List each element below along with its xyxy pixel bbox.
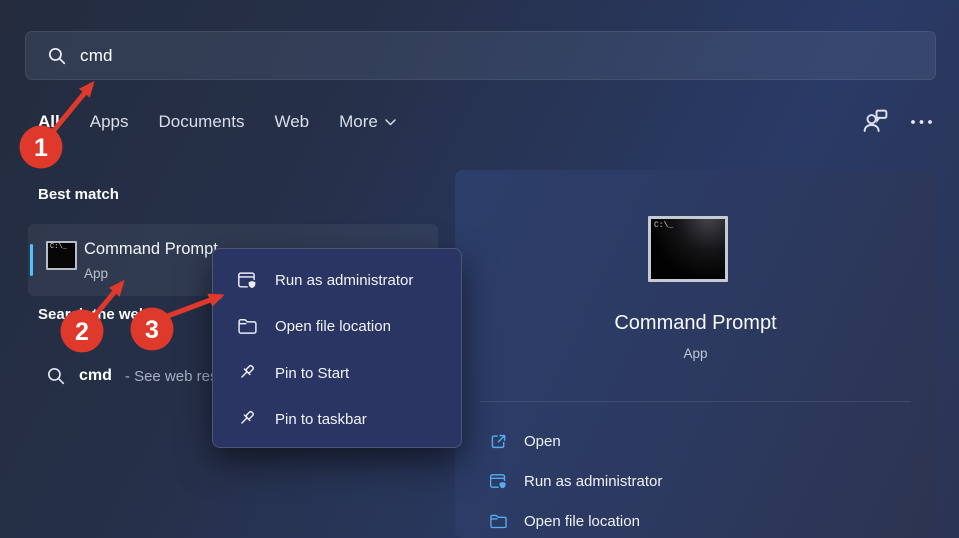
folder-icon xyxy=(237,316,258,337)
header-icons xyxy=(860,106,935,137)
command-prompt-icon: C:\_ xyxy=(46,241,77,270)
search-icon xyxy=(47,46,67,66)
action-label: Open file location xyxy=(524,513,640,530)
context-menu: Run as administrator Open file location … xyxy=(212,248,462,448)
detail-actions: Open Run as administrator Open file loca… xyxy=(489,421,662,538)
run-as-admin-icon xyxy=(237,270,258,291)
detail-subtitle: App xyxy=(455,346,936,361)
detail-title: Command Prompt xyxy=(455,312,936,335)
suggestion-query: cmd xyxy=(79,367,112,385)
result-title: Command Prompt xyxy=(84,240,218,259)
tab-documents[interactable]: Documents xyxy=(158,112,244,132)
search-icon xyxy=(46,366,66,386)
web-suggestion-cmd[interactable]: cmd - See web res xyxy=(46,366,217,386)
best-match-heading: Best match xyxy=(38,186,119,203)
tab-web[interactable]: Web xyxy=(274,112,309,132)
suggestion-suffix: - See web res xyxy=(125,368,218,385)
menu-item-open-file-location[interactable]: Open file location xyxy=(213,304,461,351)
menu-item-label: Pin to taskbar xyxy=(275,411,367,428)
menu-item-label: Pin to Start xyxy=(275,365,349,382)
ellipsis-icon[interactable] xyxy=(909,114,935,130)
menu-item-pin-to-start[interactable]: Pin to Start xyxy=(213,350,461,397)
tab-more[interactable]: More xyxy=(339,112,396,132)
search-query-text: cmd xyxy=(80,46,113,66)
action-run-as-administrator[interactable]: Run as administrator xyxy=(489,461,662,501)
action-open[interactable]: Open xyxy=(489,421,662,461)
search-web-heading: Search the web xyxy=(38,306,148,323)
tab-all[interactable]: All xyxy=(38,112,60,132)
search-filter-tabs: All Apps Documents Web More xyxy=(38,112,396,132)
result-detail-panel: C:\_ Command Prompt App Open Run as admi… xyxy=(455,170,936,538)
result-subtitle: App xyxy=(84,266,108,281)
open-icon xyxy=(489,432,508,451)
selection-accent-bar xyxy=(30,244,33,276)
svg-text:1: 1 xyxy=(34,134,48,162)
tab-apps[interactable]: Apps xyxy=(90,112,129,132)
menu-item-pin-to-taskbar[interactable]: Pin to taskbar xyxy=(213,397,461,444)
chevron-down-icon xyxy=(385,119,396,126)
run-as-admin-icon xyxy=(489,472,508,491)
panel-divider xyxy=(480,401,911,402)
folder-icon xyxy=(489,512,508,531)
action-open-file-location[interactable]: Open file location xyxy=(489,501,662,538)
menu-item-label: Open file location xyxy=(275,318,391,335)
action-label: Open xyxy=(524,433,561,450)
pin-icon xyxy=(237,409,258,430)
menu-item-label: Run as administrator xyxy=(275,272,413,289)
search-input[interactable]: cmd xyxy=(25,31,936,80)
account-feedback-icon[interactable] xyxy=(860,106,891,137)
pin-icon xyxy=(237,363,258,384)
action-label: Run as administrator xyxy=(524,473,662,490)
command-prompt-icon-large: C:\_ xyxy=(648,216,728,282)
menu-item-run-as-administrator[interactable]: Run as administrator xyxy=(213,257,461,304)
